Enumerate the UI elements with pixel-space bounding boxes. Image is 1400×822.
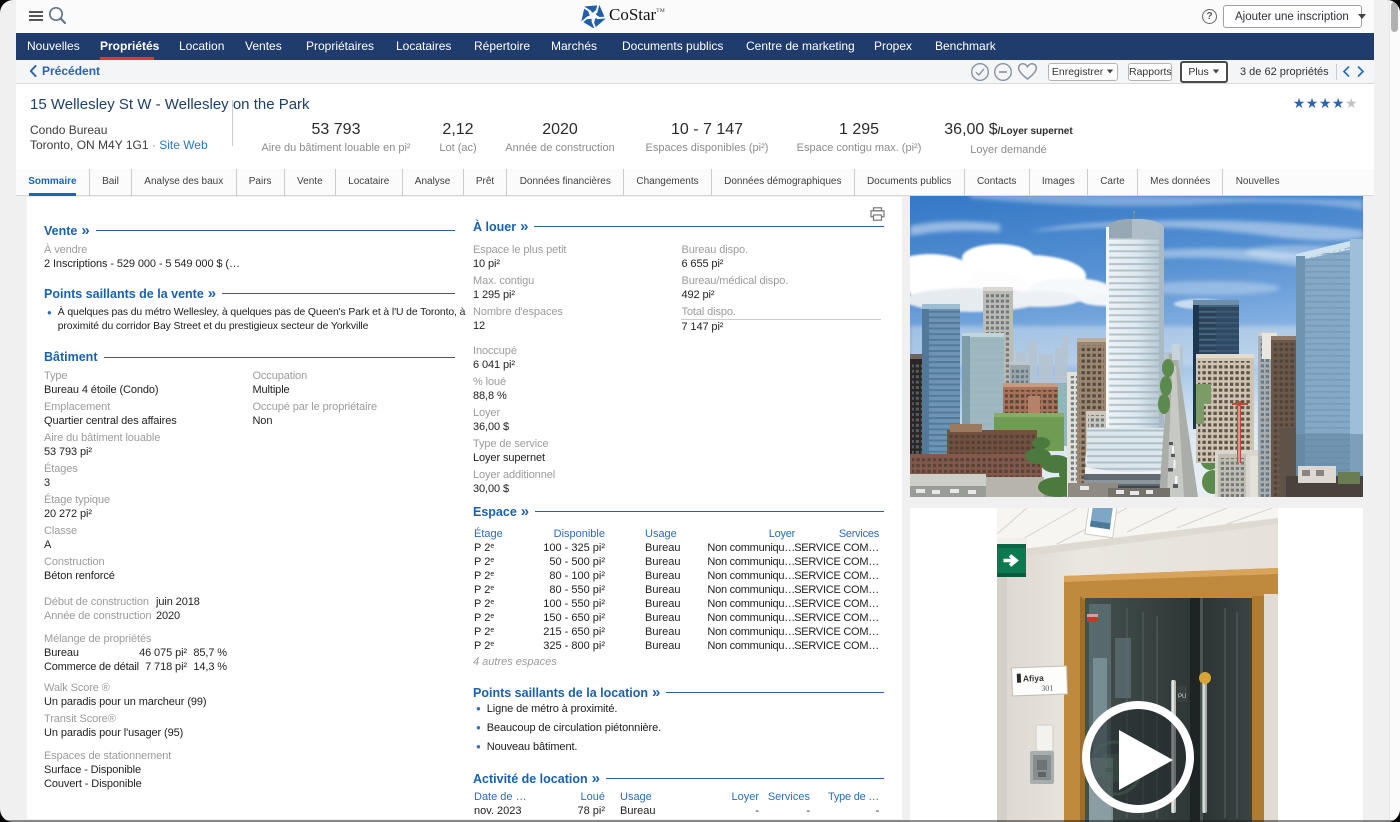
svg-text:Afiya: Afiya — [1023, 673, 1044, 684]
svg-text:PU: PU — [1178, 694, 1186, 700]
svg-text:301: 301 — [1041, 684, 1053, 693]
